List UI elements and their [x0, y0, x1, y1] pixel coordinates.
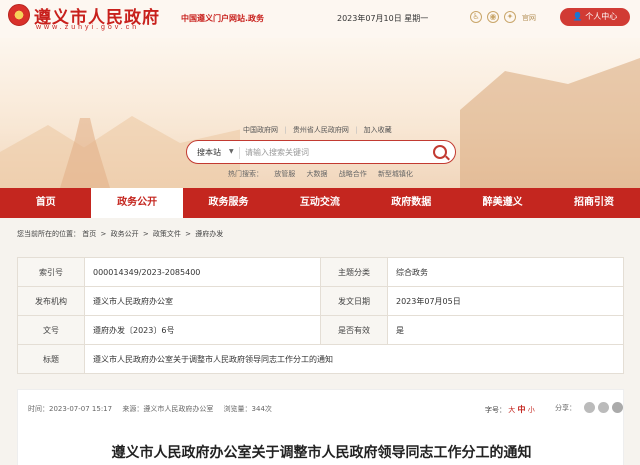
nav-item-investment[interactable]: 招商引资: [548, 188, 639, 218]
quick-links: 中国政府网 | 贵州省人民政府网 | 加入收藏: [243, 125, 392, 135]
weibo-label[interactable]: 官网: [522, 13, 536, 23]
share-weibo-icon[interactable]: [598, 402, 609, 413]
hot-search-item[interactable]: 放管服: [274, 170, 295, 178]
article-meta: 时间：2023-07-07 15:17 来源：遵义市人民政府办公室 浏览量：34…: [28, 404, 280, 414]
user-icon: 👤: [572, 12, 583, 21]
article-card: 时间：2023-07-07 15:17 来源：遵义市人民政府办公室 浏览量：34…: [17, 389, 624, 465]
date-value: 2023年07月05日: [387, 286, 624, 316]
share-label: 分享：: [555, 404, 576, 412]
title-value: 遵义市人民政府办公室关于调整市人民政府领导同志工作分工的通知: [84, 344, 624, 374]
date-key: 发文日期: [320, 286, 388, 316]
breadcrumb: 您当前所在的位置： 首页 > 政务公开 > 政策文件 > 遵府办发: [17, 229, 223, 239]
topic-value: 综合政务: [387, 257, 624, 287]
weibo-icon[interactable]: ✦: [504, 11, 516, 23]
banner-city-decoration: [460, 58, 640, 188]
search-icon[interactable]: [433, 145, 447, 159]
index-key: 索引号: [17, 257, 85, 287]
nav-item-data[interactable]: 政府数据: [366, 188, 457, 218]
nav-item-zunyi[interactable]: 醉美遵义: [457, 188, 548, 218]
breadcrumb-item[interactable]: 首页: [82, 230, 96, 238]
document-info-table: 索引号 000014349/2023-2085400 主题分类 综合政务 发布机…: [17, 257, 624, 374]
hot-search-label: 热门搜索：: [228, 170, 263, 178]
font-size-large-button[interactable]: 大: [508, 406, 515, 414]
national-emblem-icon: [8, 4, 30, 26]
table-row: 索引号 000014349/2023-2085400 主题分类 综合政务: [17, 257, 624, 287]
issuer-value: 遵义市人民政府办公室: [84, 286, 321, 316]
nav-item-services[interactable]: 政务服务: [183, 188, 274, 218]
breadcrumb-separator: >: [185, 230, 192, 238]
doc-number-value: 遵府办发〔2023〕6号: [84, 315, 321, 345]
personal-center-button[interactable]: 👤 个人中心: [560, 8, 630, 26]
search-input[interactable]: [245, 145, 425, 160]
breadcrumb-separator: >: [100, 230, 107, 238]
breadcrumb-item[interactable]: 政务公开: [111, 230, 139, 238]
breadcrumb-separator: >: [142, 230, 149, 238]
chevron-down-icon[interactable]: ▼: [229, 148, 234, 155]
link-add-favorite[interactable]: 加入收藏: [364, 126, 392, 134]
breadcrumb-item[interactable]: 政策文件: [153, 230, 181, 238]
top-bar: 遵义市人民政府 www.zunyi.gov.cn 中国遵义门户网站.政务 202…: [0, 0, 640, 38]
index-value: 000014349/2023-2085400: [84, 257, 321, 287]
doc-number-key: 文号: [17, 315, 85, 345]
hot-search-item[interactable]: 大数据: [306, 170, 327, 178]
main-nav: 首页 政务公开 政务服务 互动交流 政府数据 醉美遵义 招商引资: [0, 188, 640, 218]
current-date: 2023年07月10日 星期一: [337, 14, 429, 23]
font-size-label: 字号：: [485, 406, 506, 414]
divider: |: [284, 126, 287, 134]
article-title: 遵义市人民政府办公室关于调整市人民政府领导同志工作分工的通知: [111, 445, 532, 461]
hot-search-item[interactable]: 新型城镇化: [378, 170, 413, 178]
site-slogan: 中国遵义门户网站.政务: [181, 14, 265, 23]
article-source: 来源：遵义市人民政府办公室: [122, 405, 214, 413]
share-qq-icon[interactable]: [612, 402, 623, 413]
table-row: 标题 遵义市人民政府办公室关于调整市人民政府领导同志工作分工的通知: [17, 344, 624, 374]
site-url: www.zunyi.gov.cn: [36, 24, 140, 31]
nav-item-home[interactable]: 首页: [0, 188, 91, 218]
search-scope-select[interactable]: 搜本站: [197, 147, 221, 158]
share-wechat-icon[interactable]: [584, 402, 595, 413]
valid-key: 是否有效: [320, 315, 388, 345]
valid-value: 是: [387, 315, 624, 345]
breadcrumb-prefix: 您当前所在的位置：: [17, 230, 80, 238]
breadcrumb-item[interactable]: 遵府办发: [195, 230, 223, 238]
main-content: 您当前所在的位置： 首页 > 政务公开 > 政策文件 > 遵府办发 索引号 00…: [0, 218, 640, 465]
topic-key: 主题分类: [320, 257, 388, 287]
link-china-gov[interactable]: 中国政府网: [243, 126, 278, 134]
hot-search: 热门搜索： 放管服 大数据 战略合作 新型城镇化: [228, 169, 422, 179]
accessibility-icon[interactable]: ♿: [470, 11, 482, 23]
link-guizhou-gov[interactable]: 贵州省人民政府网: [293, 126, 349, 134]
nav-item-government-affairs[interactable]: 政务公开: [91, 188, 183, 218]
article-views: 浏览量：344次: [223, 405, 272, 413]
divider: |: [355, 126, 358, 134]
font-size-small-button[interactable]: 小: [528, 406, 535, 414]
issuer-key: 发布机构: [17, 286, 85, 316]
hot-search-item[interactable]: 战略合作: [339, 170, 367, 178]
eye-icon[interactable]: ◉: [487, 11, 499, 23]
font-size-control: 字号： 大 中 小: [485, 404, 535, 415]
nav-item-interaction[interactable]: 互动交流: [274, 188, 365, 218]
table-row: 发布机构 遵义市人民政府办公室 发文日期 2023年07月05日: [17, 286, 624, 316]
banner: 中国政府网 | 贵州省人民政府网 | 加入收藏 搜本站 ▼ 热门搜索： 放管服 …: [0, 38, 640, 188]
article-time: 时间：2023-07-07 15:17: [28, 405, 113, 413]
table-row: 文号 遵府办发〔2023〕6号 是否有效 是: [17, 315, 624, 345]
font-size-medium-button[interactable]: 中: [517, 405, 525, 414]
personal-center-label: 个人中心: [585, 12, 618, 21]
title-key: 标题: [17, 344, 85, 374]
divider: [239, 147, 240, 159]
search-box: 搜本站 ▼: [186, 140, 456, 164]
